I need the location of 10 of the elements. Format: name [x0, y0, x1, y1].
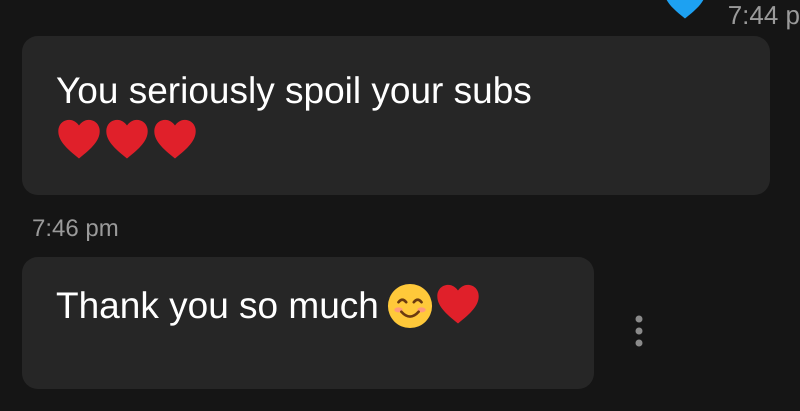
heart-icon: [104, 118, 150, 160]
message-text: Thank you so much: [56, 285, 379, 328]
message-time: 7:46 pm: [32, 215, 119, 244]
smiley-icon: [386, 283, 433, 330]
message-text: You seriously spoil your subs: [56, 70, 532, 111]
more-options-icon[interactable]: [634, 315, 644, 348]
heart-icon: [152, 118, 198, 160]
heart-icon: [56, 118, 102, 160]
message-time: 7:44 p: [728, 0, 800, 30]
heart-icon: [434, 283, 481, 325]
